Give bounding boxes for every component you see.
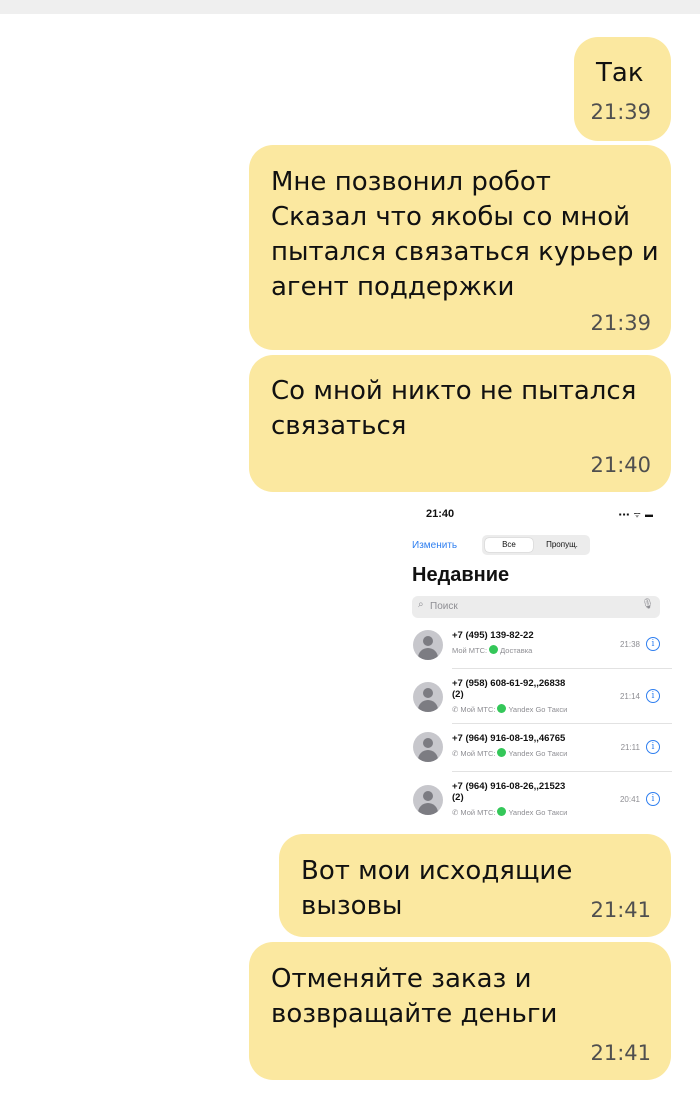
- message-bubble[interactable]: Отменяйте заказ и возвращайте деньги 21:…: [249, 942, 671, 1080]
- message-time: 21:41: [590, 898, 651, 922]
- call-time: 20:41: [619, 795, 640, 804]
- call-number: +7 (495) 139-82-22: [452, 630, 534, 641]
- status-clock: 21:40: [426, 508, 455, 520]
- call-sub-label: Yandex Go Такси: [508, 749, 568, 758]
- message-bubble[interactable]: Со мной никто не пытался связаться 21:40: [249, 355, 671, 492]
- call-subtitle: Мой МТС: Доставка: [452, 645, 532, 655]
- recents-heading: Недавние: [412, 564, 510, 586]
- message-text: Со мной никто не пытался связаться: [271, 376, 637, 441]
- info-icon: i: [646, 689, 660, 703]
- edit-link: Изменить: [412, 540, 458, 551]
- call-sub-label: Доставка: [500, 646, 533, 655]
- message-text: Так: [596, 58, 644, 88]
- message-text: Отменяйте заказ и возвращайте деньги: [271, 964, 558, 1029]
- divider: [452, 668, 672, 669]
- info-icon: i: [646, 637, 660, 651]
- call-sub-prefix: ✆ Мой МТС:: [452, 808, 496, 817]
- message-bubble[interactable]: Так 21:39: [574, 37, 671, 141]
- avatar: [413, 732, 443, 762]
- call-number: +7 (964) 916-08-26,,21523 (2): [452, 781, 566, 803]
- divider: [452, 771, 672, 772]
- message-time: 21:39: [590, 100, 651, 124]
- call-row: +7 (958) 608-61-92,,26838 (2) ✆ Мой МТС: Y…: [402, 674, 672, 726]
- call-sub-label: Yandex Go Такси: [508, 705, 568, 714]
- call-time: 21:14: [619, 692, 640, 701]
- call-row: +7 (964) 916-08-26,,21523 (2) ✆ Мой МТС: Y…: [402, 777, 672, 829]
- avatar: [413, 682, 443, 712]
- search-icon: ⌕: [418, 599, 424, 610]
- app-icon: [497, 807, 507, 816]
- segment-missed: Пропущ.: [546, 540, 578, 549]
- message-bubble[interactable]: Мне позвонил робот Сказал что якобы со м…: [249, 145, 671, 350]
- call-number: +7 (958) 608-61-92,,26838 (2): [452, 678, 566, 700]
- info-icon: i: [646, 792, 660, 806]
- microphone-icon: 🎙︎: [641, 599, 654, 610]
- segmented-control: Все Пропущ.: [482, 535, 590, 555]
- divider: [452, 723, 672, 724]
- call-sub-prefix: ✆ Мой МТС:: [452, 749, 496, 758]
- avatar: [413, 785, 443, 815]
- call-number: +7 (964) 916-08-19,,46765: [452, 733, 566, 744]
- call-sub-prefix: ✆ Мой МТС:: [452, 705, 496, 714]
- app-icon: [489, 645, 499, 654]
- message-time: 21:40: [590, 453, 651, 477]
- message-bubble[interactable]: Вот мои исходящие вызовы 21:41: [279, 834, 671, 937]
- search-placeholder: Поиск: [430, 601, 458, 612]
- status-icons: ▪▪▪ ᯤ ▬: [618, 510, 654, 519]
- call-sub-prefix: Мой МТС:: [452, 646, 488, 655]
- call-time: 21:11: [620, 743, 640, 752]
- app-icon: [497, 748, 507, 757]
- app-icon: [497, 704, 507, 713]
- call-subtitle: ✆ Мой МТС: Yandex Go Такси: [452, 704, 567, 714]
- segment-all: Все: [485, 538, 533, 552]
- call-subtitle: ✆ Мой МТС: Yandex Go Такси: [452, 807, 567, 817]
- message-time: 21:41: [590, 1041, 651, 1065]
- message-text: Мне позвонил робот Сказал что якобы со м…: [271, 167, 659, 302]
- message-time: 21:39: [590, 311, 651, 335]
- call-row: +7 (964) 916-08-19,,46765 ✆ Мой МТС: Yand…: [402, 728, 672, 774]
- call-subtitle: ✆ Мой МТС: Yandex Go Такси: [452, 748, 567, 758]
- avatar: [413, 630, 443, 660]
- call-time: 21:38: [619, 640, 640, 649]
- attached-screenshot[interactable]: 21:40 ▪▪▪ ᯤ ▬ Изменить Все Пропущ. Недав…: [402, 500, 672, 830]
- info-icon: i: [646, 740, 660, 754]
- call-row: +7 (495) 139-82-22 Мой МТС: Доставка 21:3…: [402, 626, 672, 672]
- top-bar: [0, 0, 700, 14]
- search-field: ⌕ Поиск 🎙︎: [412, 596, 660, 618]
- call-sub-label: Yandex Go Такси: [508, 808, 568, 817]
